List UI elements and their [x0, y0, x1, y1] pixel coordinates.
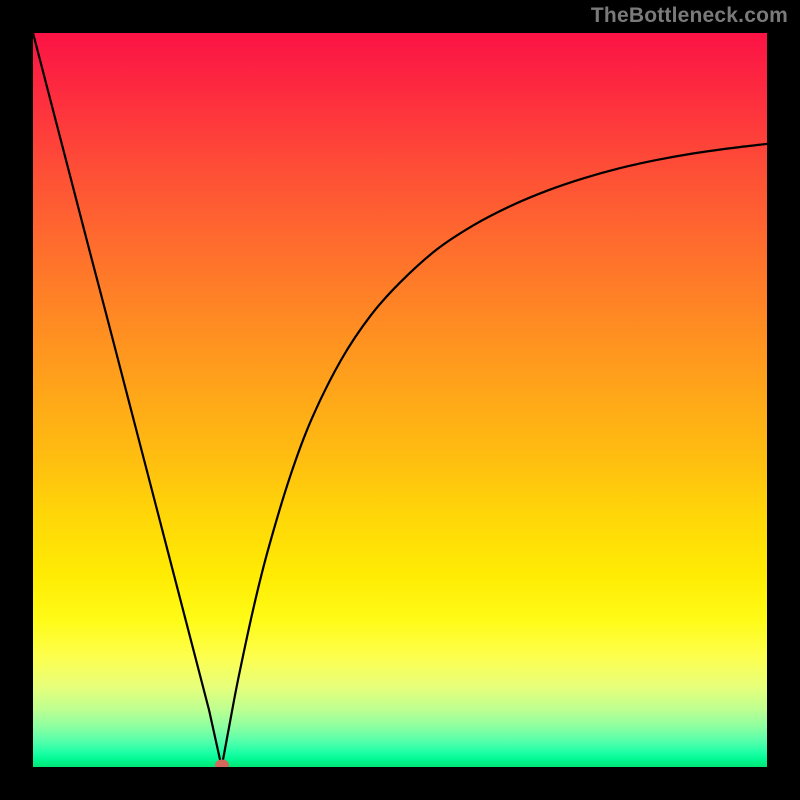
plot-area: [33, 33, 767, 767]
chart-frame: TheBottleneck.com: [0, 0, 800, 800]
minimum-marker: [215, 760, 229, 768]
watermark-text: TheBottleneck.com: [591, 4, 788, 28]
bottleneck-curve: [33, 33, 767, 767]
